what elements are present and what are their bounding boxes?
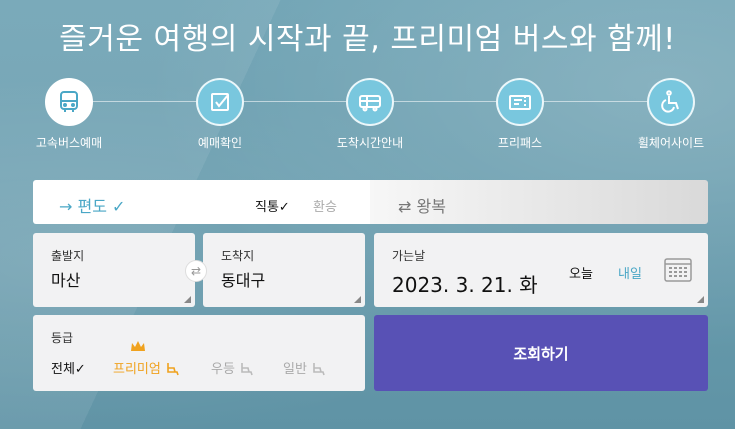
nav-item-free-pass[interactable]: 프리패스 <box>460 78 580 151</box>
grade-premium-label: 프리미엄 <box>113 362 161 377</box>
nav-item-express-booking[interactable]: 고속버스예매 <box>9 78 129 151</box>
tomorrow-button[interactable]: 내일 <box>618 263 642 282</box>
trip-type-bar: → 편도 ✓ 직통✓ 환승 ⇄ 왕복 <box>33 180 708 224</box>
seat-icon <box>241 363 253 376</box>
calendar-icon[interactable] <box>664 256 692 282</box>
nav-label: 프리패스 <box>497 136 543 150</box>
arrival-field[interactable]: 도착지 동대구 <box>203 233 365 307</box>
oneway-panel: → 편도 ✓ 직통✓ 환승 <box>33 180 370 224</box>
crown-icon <box>131 341 145 351</box>
nav-label: 도착시간안내 <box>336 136 404 150</box>
grade-label: 등급 <box>51 331 74 345</box>
bus-schedule-icon <box>346 78 394 126</box>
departure-field[interactable]: 출발지 마산 <box>33 233 195 307</box>
grade-superior-option[interactable]: 우등 <box>211 358 254 377</box>
date-value: 2023. 3. 21. 화 <box>392 273 538 297</box>
grade-superior-label: 우등 <box>211 362 235 377</box>
grade-premium-option[interactable]: 프리미엄 <box>113 358 180 377</box>
nav-item-arrival-time[interactable]: 도착시간안내 <box>310 78 430 151</box>
service-nav: 고속버스예매 예매확인 도착시간안내 프리패스 휠체어사이트 <box>0 78 735 158</box>
nav-label: 고속버스예매 <box>35 136 103 150</box>
wheelchair-icon <box>647 78 695 126</box>
arrival-value: 동대구 <box>221 271 266 290</box>
swap-route-button[interactable]: ⇄ <box>185 260 207 282</box>
direct-option[interactable]: 직통✓ <box>255 196 290 215</box>
grade-normal-option[interactable]: 일반 <box>283 358 326 377</box>
grade-normal-label: 일반 <box>283 362 307 377</box>
departure-label: 출발지 <box>51 249 85 263</box>
roundtrip-panel[interactable]: ⇄ 왕복 <box>370 180 708 224</box>
nav-label: 예매확인 <box>197 136 243 150</box>
roundtrip-option[interactable]: ⇄ 왕복 <box>398 193 446 217</box>
nav-label: 휠체어사이트 <box>637 136 705 150</box>
checkbox-icon <box>196 78 244 126</box>
arrival-label: 도착지 <box>221 249 255 263</box>
oneway-option[interactable]: → 편도 ✓ <box>59 193 125 217</box>
nav-item-wheelchair-site[interactable]: 휠체어사이트 <box>611 78 731 151</box>
departure-value: 마산 <box>51 271 81 290</box>
corner-triangle-icon <box>184 296 191 303</box>
corner-triangle-icon <box>697 296 704 303</box>
transfer-option[interactable]: 환승 <box>313 196 337 215</box>
bus-icon <box>45 78 93 126</box>
nav-item-booking-check[interactable]: 예매확인 <box>160 78 280 151</box>
seat-icon <box>167 363 179 376</box>
date-label: 가는날 <box>392 249 426 263</box>
headline: 즐거운 여행의 시작과 끝, 프리미엄 버스와 함께! <box>59 22 676 57</box>
today-button[interactable]: 오늘 <box>569 263 593 282</box>
seat-icon <box>313 363 325 376</box>
ticket-icon <box>496 78 544 126</box>
corner-triangle-icon <box>354 296 361 303</box>
search-button[interactable]: 조회하기 <box>374 315 708 391</box>
date-field[interactable]: 가는날 2023. 3. 21. 화 오늘 내일 <box>374 233 708 307</box>
grade-field: 등급 전체✓ 프리미엄 우등 일반 <box>33 315 365 391</box>
grade-all-option[interactable]: 전체✓ <box>51 358 86 377</box>
